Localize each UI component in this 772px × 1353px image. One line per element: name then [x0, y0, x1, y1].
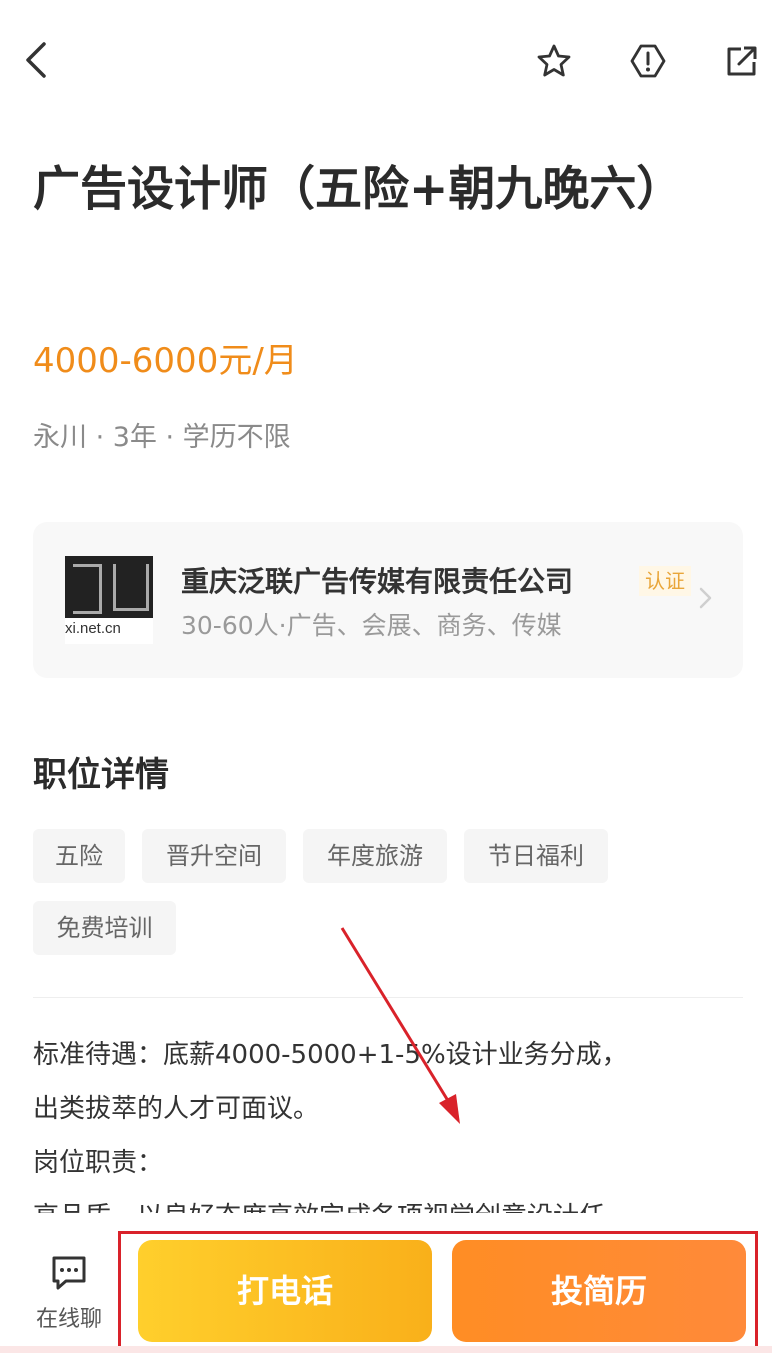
company-name: 重庆泛联广告传媒有限责任公司 [181, 565, 574, 598]
benefit-tag: 免费培训 [33, 901, 176, 955]
external-link-icon [727, 46, 757, 76]
job-description: 标准待遇：底薪4000-5000+1-5%设计业务分成， 出类拔萃的人才可面议。… [33, 1028, 733, 1213]
job-title: 广告设计师（五险+朝九晚六） [33, 162, 684, 217]
favorite-button[interactable] [530, 37, 578, 85]
company-logo-image [65, 556, 153, 618]
description-line: 岗位职责： [33, 1148, 164, 1178]
benefit-tag: 节日福利 [464, 829, 608, 883]
share-button[interactable] [718, 37, 766, 85]
company-description: 30-60人·广告、会展、商务、传媒 [181, 611, 562, 640]
bottom-strip [0, 1346, 772, 1353]
top-bar [0, 0, 772, 120]
chat-bubble-icon [52, 1256, 86, 1290]
online-chat-label: 在线聊 [35, 1307, 102, 1332]
job-meta: 永川 · 3年 · 学历不限 [33, 422, 291, 453]
report-button[interactable] [624, 37, 672, 85]
online-chat-button[interactable]: 在线聊 [24, 1248, 114, 1336]
section-title-job-details: 职位详情 [33, 755, 169, 795]
warning-hexagon-icon [630, 44, 666, 78]
job-salary: 4000-6000元/月 [33, 341, 298, 381]
back-button[interactable] [12, 36, 60, 84]
company-logo-text: xi.net.cn [65, 620, 121, 637]
chevron-right-icon [699, 587, 712, 609]
benefit-tag: 晋升空间 [142, 829, 286, 883]
company-logo: xi.net.cn [65, 556, 153, 644]
company-card[interactable]: xi.net.cn 重庆泛联广告传媒有限责任公司 认证 30-60人·广告、会展… [33, 522, 743, 678]
description-line: 标准待遇：底薪4000-5000+1-5%设计业务分成， [33, 1040, 628, 1070]
benefit-tag: 年度旅游 [303, 829, 447, 883]
bottom-action-bar: 在线聊 打电话 投简历 [0, 1218, 772, 1353]
description-line: 高品质、以良好态度高效完成各项视觉创意设计任 [33, 1190, 733, 1213]
star-outline-icon [537, 44, 571, 77]
description-line: 出类拔萃的人才可面议。 [33, 1094, 320, 1124]
divider [33, 997, 743, 998]
call-button[interactable]: 打电话 [138, 1240, 432, 1342]
apply-resume-button[interactable]: 投简历 [452, 1240, 746, 1342]
benefit-tag: 五险 [33, 829, 125, 883]
chevron-left-icon [26, 42, 46, 78]
verified-badge: 认证 [639, 566, 691, 596]
